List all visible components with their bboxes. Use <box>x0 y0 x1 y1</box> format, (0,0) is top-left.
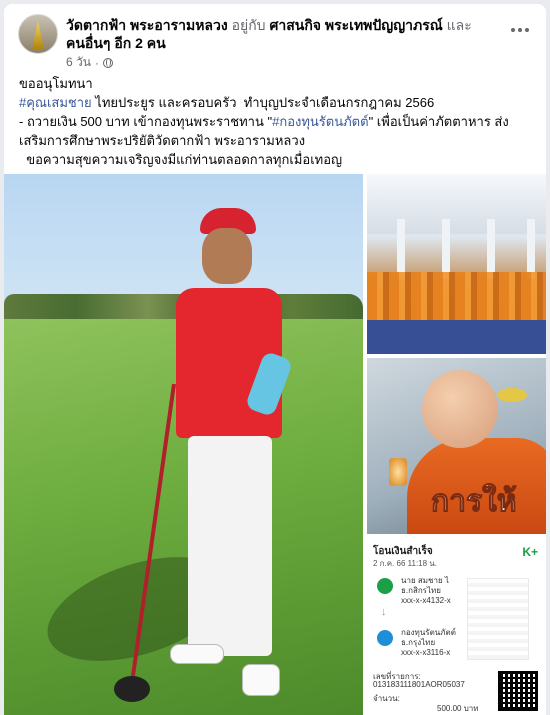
arrow-down-icon: ↓ <box>381 606 387 618</box>
post-time[interactable]: 6 วัน <box>66 53 91 72</box>
more-dots-icon <box>511 28 515 32</box>
hashtag-link[interactable]: #กองทุนรัตนภัตต์ <box>272 114 368 129</box>
slip-from-acct: xxx-x-x4132-x <box>401 596 451 605</box>
slip-to-acct: xxx-x-x3116-x <box>401 648 451 657</box>
bird-icon <box>497 388 527 402</box>
photo-grid: การให้ โอนเงินสำเร็จ 2 ก.ค. 66 11:18 น. … <box>4 174 546 715</box>
monk-caption: การให้ <box>431 484 518 520</box>
stupa-icon <box>32 21 44 49</box>
photo-golfer[interactable] <box>4 174 363 715</box>
message-line-1: ขออนุโมทนา <box>19 76 93 91</box>
tagged-name-link[interactable]: ศาสนกิจ พระเทพปัญญาภรณ์ <box>269 17 442 33</box>
slip-from-name: นาย สมชาย ไ <box>401 576 449 585</box>
post-message: ขออนุโมทนา #คุณเสมชาย ไทยประยูร และครอบค… <box>19 74 534 169</box>
with-text: อยู่กับ <box>231 17 266 33</box>
photo-temple-hall[interactable] <box>367 174 546 354</box>
post-header: วัดตากฟ้า พระอารามหลวง อยู่กับ ศาสนกิจ พ… <box>4 4 546 70</box>
kbank-icon <box>377 578 393 594</box>
kplus-logo: K+ <box>522 545 538 559</box>
slip-to-bank: ธ.กรุงไทย <box>401 638 436 647</box>
ktb-icon <box>377 630 393 646</box>
slip-date: 2 ก.ค. 66 11:18 น. <box>373 559 437 568</box>
page-avatar[interactable] <box>18 14 58 54</box>
message-line-3: - ถวายเงิน 500 บาท เข้ากองทุนพระราชทาน "… <box>19 114 509 148</box>
photo-transfer-slip[interactable]: โอนเงินสำเร็จ 2 ก.ค. 66 11:18 น. K+ นาย … <box>367 538 546 715</box>
more-options-button[interactable] <box>508 22 532 38</box>
hashtag-link[interactable]: #คุณเสมชาย <box>19 95 92 110</box>
post-author-line: วัดตากฟ้า พระอารามหลวง อยู่กับ ศาสนกิจ พ… <box>66 16 476 52</box>
globe-icon <box>102 57 113 68</box>
slip-to-name: กองทุนรัตนภัตต์ <box>401 628 456 637</box>
message-line-4: ขอความสุขความเจริญจงมีแก่ท่านตลอดกาลทุกเ… <box>19 152 343 167</box>
qr-code-icon <box>498 671 538 711</box>
photo-novice-monk[interactable]: การให้ <box>367 358 546 534</box>
slip-amount-value: 500.00 บาท <box>437 704 479 713</box>
slip-ref-value: 013183111801AOR05037 <box>373 680 465 689</box>
post-meta: 6 วัน · <box>66 53 113 72</box>
post-card: วัดตากฟ้า พระอารามหลวง อยู่กับ ศาสนกิจ พ… <box>4 4 546 715</box>
and-text: และ <box>446 17 472 33</box>
page-name-link[interactable]: วัดตากฟ้า พระอารามหลวง <box>66 17 228 33</box>
message-line-2: #คุณเสมชาย ไทยประยูร และครอบครัว ทำบุญปร… <box>19 95 435 110</box>
golfer-figure <box>154 204 304 704</box>
slip-from-bank: ธ.กสิกรไทย <box>401 586 441 595</box>
slip-amount-label: จำนวน: <box>373 694 400 703</box>
lantern-icon <box>389 458 407 486</box>
others-link[interactable]: คนอื่นๆ อีก 2 คน <box>66 35 166 51</box>
